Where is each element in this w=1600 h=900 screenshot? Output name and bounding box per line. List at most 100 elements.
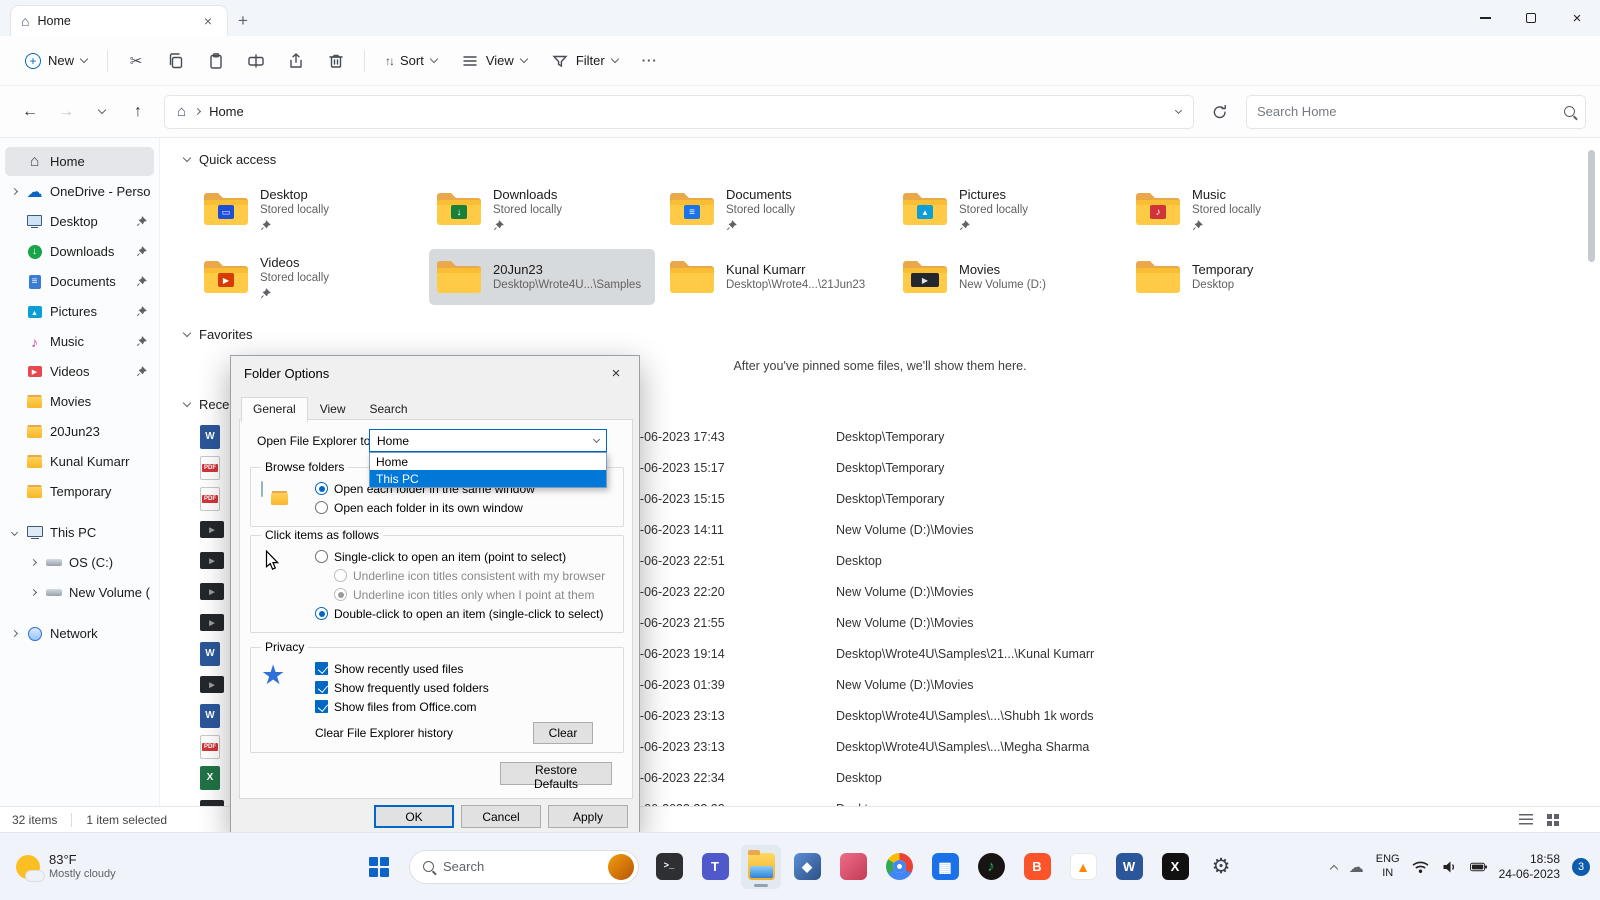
section-favorites[interactable]: Favorites: [184, 327, 1600, 342]
section-quick-access[interactable]: Quick access: [184, 152, 1600, 167]
volume-icon[interactable]: [1441, 860, 1458, 874]
radio-icon[interactable]: [315, 501, 328, 514]
sidebar-item[interactable]: Kunal Kumarr: [5, 447, 154, 476]
forward-button[interactable]: →: [50, 96, 82, 128]
taskbar-app-button[interactable]: X: [1155, 845, 1195, 889]
sidebar-item[interactable]: New Volume (D:): [24, 578, 154, 607]
dropdown-option[interactable]: This PC: [370, 470, 606, 487]
battery-icon[interactable]: [1470, 860, 1487, 874]
expand-chevron[interactable]: [9, 429, 19, 434]
back-button[interactable]: ←: [14, 96, 46, 128]
radio-icon[interactable]: [315, 550, 328, 563]
dialog-tab[interactable]: General: [241, 397, 308, 422]
recent-locations-button[interactable]: [86, 96, 118, 128]
taskbar-app-button[interactable]: [879, 845, 919, 889]
checkbox-office-files[interactable]: Show files from Office.com: [315, 697, 617, 716]
search-input[interactable]: [1257, 104, 1556, 119]
collapse-chevron-icon[interactable]: [183, 329, 191, 337]
taskbar-app-button[interactable]: B: [1017, 845, 1057, 889]
taskbar-app-button[interactable]: [833, 845, 873, 889]
breadcrumb[interactable]: ⌂ Home: [164, 95, 1194, 129]
checkbox-frequent-folders[interactable]: Show frequently used folders: [315, 678, 617, 697]
tab-home[interactable]: ⌂ Home ×: [10, 5, 228, 36]
quick-access-tile[interactable]: Music Stored locally: [1128, 181, 1354, 237]
sidebar-item[interactable]: Videos: [5, 357, 154, 386]
paste-button[interactable]: [197, 44, 235, 78]
share-button[interactable]: [277, 44, 315, 78]
cancel-button[interactable]: Cancel: [461, 805, 541, 828]
close-button[interactable]: ×: [1554, 0, 1600, 36]
breadcrumb-item-home[interactable]: Home: [209, 104, 244, 119]
scrollbar-thumb[interactable]: [1588, 150, 1595, 262]
expand-chevron[interactable]: [9, 399, 19, 404]
radio-icon[interactable]: [315, 482, 328, 495]
expand-chevron[interactable]: [9, 219, 19, 224]
quick-access-tile[interactable]: Videos Stored locally: [196, 249, 422, 305]
clock[interactable]: 18:58 24-06-2023: [1499, 852, 1560, 882]
address-dropdown-icon[interactable]: [1175, 106, 1182, 113]
sidebar-item[interactable]: Pictures: [5, 297, 154, 326]
sidebar-item[interactable]: Desktop: [5, 207, 154, 236]
taskbar-app-button[interactable]: [741, 845, 781, 889]
thumbnails-view-icon[interactable]: [1547, 814, 1552, 819]
expand-chevron[interactable]: [9, 279, 19, 284]
view-button[interactable]: View: [450, 44, 538, 78]
copy-button[interactable]: [157, 44, 195, 78]
taskbar-app-button[interactable]: T: [695, 845, 735, 889]
quick-access-tile[interactable]: Movies New Volume (D:): [895, 249, 1121, 305]
details-view-icon[interactable]: [1519, 814, 1533, 826]
collapse-chevron-icon[interactable]: [183, 399, 191, 407]
radio-icon[interactable]: [315, 607, 328, 620]
sidebar-item[interactable]: Music: [5, 327, 154, 356]
up-button[interactable]: ↑: [122, 96, 154, 128]
ok-button[interactable]: OK: [374, 805, 454, 828]
expand-chevron[interactable]: [9, 459, 19, 464]
sidebar-item[interactable]: OneDrive - Persona: [5, 177, 154, 206]
taskbar-app-button[interactable]: ♪: [971, 845, 1011, 889]
dialog-close-button[interactable]: ×: [599, 360, 633, 386]
expand-chevron[interactable]: [9, 339, 19, 344]
radio-single-click[interactable]: Single-click to open an item (point to s…: [315, 547, 617, 566]
radio-own-window[interactable]: Open each folder in its own window: [315, 498, 617, 517]
minimize-button[interactable]: [1462, 0, 1508, 36]
checkbox-icon[interactable]: [315, 681, 328, 694]
cloud-icon[interactable]: ☁: [1349, 858, 1364, 876]
expand-chevron[interactable]: [9, 369, 19, 374]
sidebar-item[interactable]: Temporary: [5, 477, 154, 506]
restore-defaults-button[interactable]: Restore Defaults: [500, 762, 612, 785]
delete-button[interactable]: [317, 44, 355, 78]
new-button[interactable]: + New: [14, 44, 98, 78]
sidebar-item[interactable]: Home: [5, 147, 154, 176]
quick-access-tile[interactable]: Downloads Stored locally: [429, 181, 655, 237]
weather-widget[interactable]: 83°F Mostly cloudy: [8, 848, 124, 885]
taskbar-app-button[interactable]: W: [1109, 845, 1149, 889]
expand-chevron[interactable]: [28, 590, 38, 595]
expand-chevron[interactable]: [28, 560, 38, 565]
rename-button[interactable]: [237, 44, 275, 78]
quick-access-tile[interactable]: Pictures Stored locally: [895, 181, 1121, 237]
more-button[interactable]: ···: [631, 44, 669, 78]
sidebar-item[interactable]: Documents: [5, 267, 154, 296]
search-highlight-icon[interactable]: [608, 854, 634, 880]
start-button[interactable]: [359, 845, 399, 889]
sidebar-item[interactable]: Downloads: [5, 237, 154, 266]
expand-chevron[interactable]: [9, 249, 19, 254]
expand-chevron[interactable]: [9, 189, 19, 194]
quick-access-tile[interactable]: Documents Stored locally: [662, 181, 888, 237]
clear-button[interactable]: Clear: [533, 722, 593, 744]
collapse-chevron-icon[interactable]: [183, 154, 191, 162]
tab-close-icon[interactable]: ×: [199, 13, 217, 29]
taskbar-app-button[interactable]: >_: [649, 845, 689, 889]
sort-button[interactable]: ↑↓ Sort: [374, 44, 448, 78]
sidebar-item[interactable]: 20Jun23: [5, 417, 154, 446]
sidebar-item[interactable]: Network: [5, 619, 154, 648]
expand-chevron[interactable]: [9, 159, 19, 164]
dropdown-option[interactable]: Home: [370, 453, 606, 470]
expand-chevron[interactable]: [9, 309, 19, 314]
wifi-icon[interactable]: [1412, 860, 1429, 874]
new-tab-button[interactable]: +: [228, 6, 258, 36]
expand-chevron[interactable]: [9, 489, 19, 494]
radio-double-click[interactable]: Double-click to open an item (single-cli…: [315, 604, 617, 623]
vertical-scrollbar[interactable]: [1587, 142, 1597, 806]
taskbar-app-button[interactable]: ◆: [787, 845, 827, 889]
